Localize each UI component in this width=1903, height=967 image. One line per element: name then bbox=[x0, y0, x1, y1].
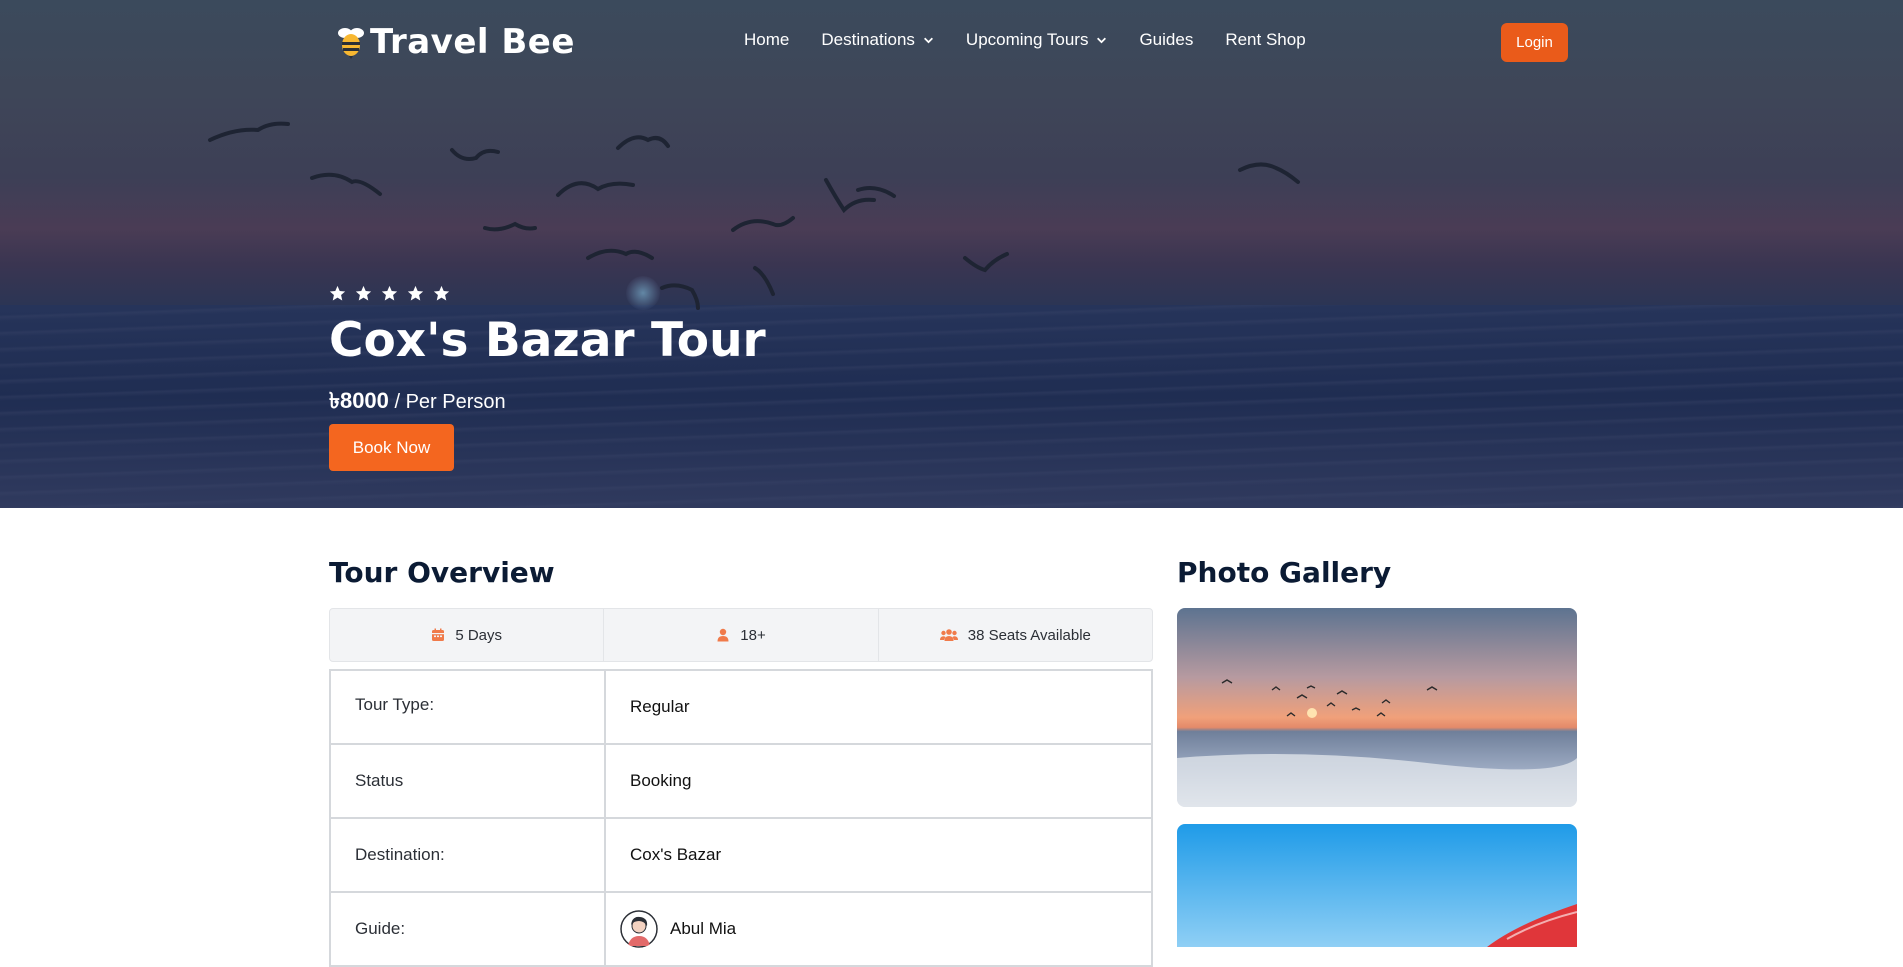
detail-value: Regular bbox=[630, 697, 690, 716]
guide-name[interactable]: Abul Mia bbox=[670, 919, 736, 939]
nav-upcoming-tours[interactable]: Upcoming Tours bbox=[966, 30, 1108, 50]
chevron-down-icon bbox=[923, 37, 933, 43]
nav-guides[interactable]: Guides bbox=[1139, 30, 1193, 50]
hero-banner: Travel Bee Home Destinations Upcoming To… bbox=[0, 0, 1903, 508]
price-suffix: / Per Person bbox=[394, 391, 506, 413]
bee-icon bbox=[338, 28, 364, 59]
detail-key: Status bbox=[331, 745, 606, 817]
tour-title: Cox's Bazar Tour bbox=[329, 313, 766, 368]
info-age: 18+ bbox=[604, 609, 879, 661]
info-duration: 5 Days bbox=[330, 609, 605, 661]
detail-row-status: Status Booking bbox=[331, 745, 1151, 819]
rating-stars bbox=[329, 285, 450, 302]
info-age-label: 18+ bbox=[740, 626, 766, 644]
nav-destinations[interactable]: Destinations bbox=[821, 30, 934, 50]
info-seats: 38 Seats Available bbox=[879, 609, 1152, 661]
nav-upcoming-tours-label: Upcoming Tours bbox=[965, 30, 1089, 49]
user-icon bbox=[717, 628, 729, 642]
price-line: ৳8000 / Per Person bbox=[329, 384, 506, 421]
tour-overview-title: Tour Overview bbox=[329, 556, 555, 589]
book-now-button[interactable]: Book Now bbox=[329, 424, 454, 471]
info-duration-label: 5 Days bbox=[455, 626, 502, 644]
detail-key: Destination: bbox=[331, 819, 606, 891]
nav-rent-shop[interactable]: Rent Shop bbox=[1225, 30, 1305, 50]
gallery-photo-sunset-beach[interactable] bbox=[1177, 608, 1577, 807]
star-icon bbox=[433, 285, 450, 301]
nav-rent-shop-label: Rent Shop bbox=[1225, 30, 1306, 49]
star-icon bbox=[381, 285, 398, 301]
nav-destinations-label: Destinations bbox=[821, 30, 915, 49]
detail-value: Abul Mia bbox=[606, 893, 1151, 965]
navbar: Travel Bee Home Destinations Upcoming To… bbox=[0, 0, 1903, 86]
brand-name: Travel Bee bbox=[370, 22, 575, 62]
nav-home-label: Home bbox=[744, 30, 790, 49]
tour-details-table: Tour Type: Regular Status Booking Destin… bbox=[329, 669, 1153, 967]
star-icon bbox=[355, 285, 372, 301]
nav-home[interactable]: Home bbox=[744, 30, 789, 50]
gallery-photo-blue-sky[interactable] bbox=[1177, 824, 1577, 947]
tour-info-bar: 5 Days 18+ 38 Seats Available bbox=[329, 608, 1153, 662]
tour-price: ৳8000 bbox=[329, 388, 389, 413]
main-nav: Home Destinations Upcoming Tours Guides … bbox=[744, 30, 1306, 50]
login-button[interactable]: Login bbox=[1501, 23, 1568, 62]
detail-key: Tour Type: bbox=[331, 671, 606, 743]
users-icon bbox=[939, 629, 958, 641]
detail-row-tour-type: Tour Type: Regular bbox=[331, 671, 1151, 745]
guide-avatar[interactable] bbox=[620, 910, 658, 948]
detail-value: Booking bbox=[630, 771, 692, 790]
nav-guides-label: Guides bbox=[1139, 30, 1194, 49]
detail-key: Guide: bbox=[331, 893, 606, 965]
detail-row-destination: Destination: Cox's Bazar bbox=[331, 819, 1151, 893]
chevron-down-icon bbox=[1097, 37, 1107, 43]
photo-gallery-title: Photo Gallery bbox=[1177, 556, 1392, 589]
detail-row-guide: Guide: Abul Mia bbox=[331, 893, 1151, 967]
star-icon bbox=[407, 285, 424, 301]
info-seats-label: 38 Seats Available bbox=[967, 626, 1091, 644]
brand-logo[interactable]: Travel Bee bbox=[336, 22, 575, 62]
calendar-icon bbox=[432, 628, 445, 641]
star-icon bbox=[329, 285, 346, 301]
detail-value: Cox's Bazar bbox=[630, 845, 722, 864]
